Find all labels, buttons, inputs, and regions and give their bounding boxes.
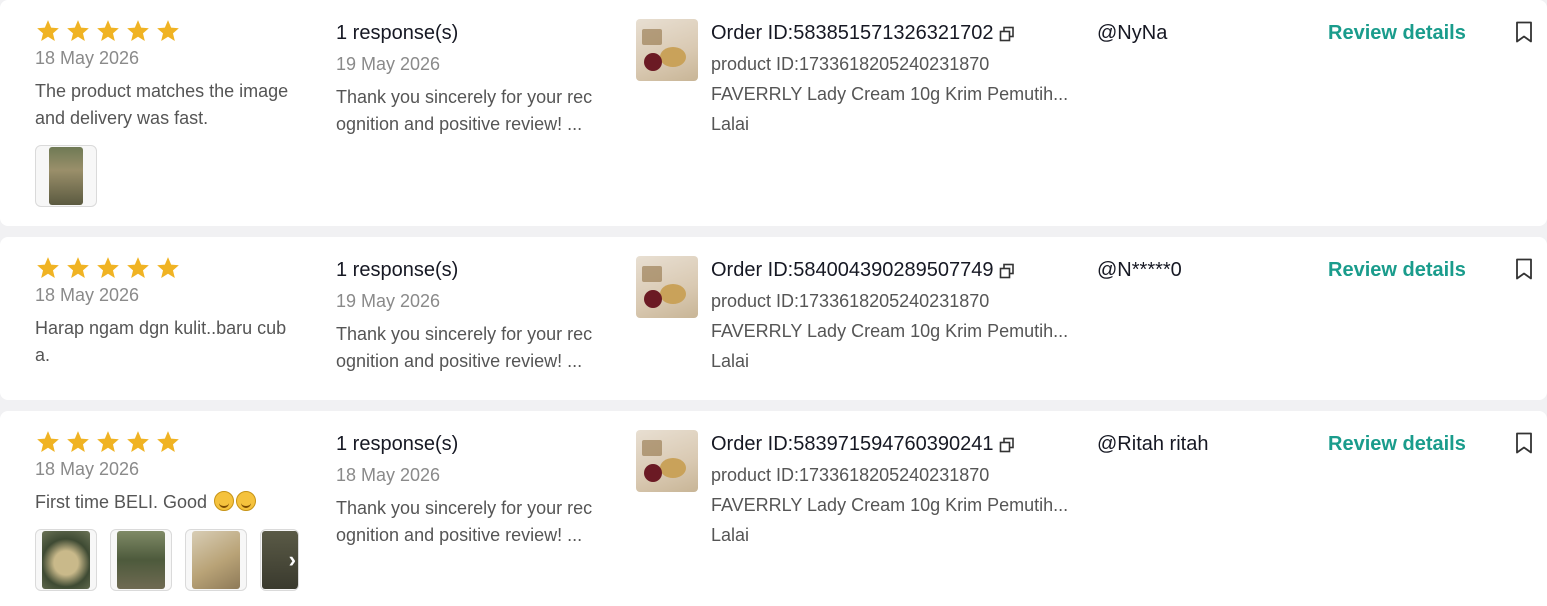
response-count[interactable]: 1 response(s) <box>336 22 458 45</box>
product-image <box>636 19 698 81</box>
bookmark-icon[interactable] <box>1515 432 1533 454</box>
response-count[interactable]: 1 response(s) <box>336 433 458 456</box>
review-card: 18 May 2026 First time BELI. Good › 1 re… <box>0 411 1547 606</box>
review-comment: Harap ngam dgn kulit..baru cub a. <box>35 318 287 365</box>
response-date: 19 May 2026 <box>336 291 441 311</box>
chevron-right-icon[interactable]: › <box>289 547 296 573</box>
star-icon <box>67 20 89 41</box>
order-id-text: Order ID:584004390289507749 <box>711 259 994 281</box>
review-details-link[interactable]: Review details <box>1328 433 1466 456</box>
product-variant: Lalai <box>711 114 750 134</box>
star-icon <box>97 20 119 41</box>
star-icon <box>157 20 179 41</box>
review-comment-text: First time BELI. Good <box>35 492 208 512</box>
response-date: 19 May 2026 <box>336 54 441 74</box>
star-icon <box>127 431 149 452</box>
buyer-name: @Ritah ritah <box>1097 433 1209 455</box>
response-count[interactable]: 1 response(s) <box>336 259 458 282</box>
product-variant: Lalai <box>711 351 750 371</box>
review-card: 18 May 2026 The product matches the imag… <box>0 0 1547 226</box>
product-variant: Lalai <box>711 525 750 545</box>
star-icon <box>127 20 149 41</box>
review-comment: The product matches the image and delive… <box>35 81 289 128</box>
review-photo[interactable] <box>35 529 97 591</box>
bookmark-icon[interactable] <box>1515 258 1533 280</box>
response-text: Thank you sincerely for your rec ognitio… <box>336 324 593 371</box>
star-icon <box>67 257 89 278</box>
review-date: 18 May 2026 <box>35 459 140 479</box>
order-id: Order ID:583851571326321702 <box>711 22 1015 45</box>
response-text: Thank you sincerely for your rec ognitio… <box>336 87 593 134</box>
response-date: 18 May 2026 <box>336 465 441 485</box>
star-rating <box>35 18 181 44</box>
star-icon <box>37 257 59 278</box>
buyer-name: @N*****0 <box>1097 259 1182 281</box>
product-name[interactable]: FAVERRLY Lady Cream 10g Krim Pemutih... <box>711 321 1068 342</box>
product-image <box>636 430 698 492</box>
order-id: Order ID:584004390289507749 <box>711 259 1015 282</box>
copy-icon[interactable] <box>999 437 1015 453</box>
buyer-name: @NyNa <box>1097 22 1168 44</box>
star-icon <box>37 431 59 452</box>
star-icon <box>157 257 179 278</box>
order-id-text: Order ID:583851571326321702 <box>711 22 994 44</box>
star-icon <box>157 431 179 452</box>
review-photo[interactable] <box>110 529 172 591</box>
review-card: 18 May 2026 Harap ngam dgn kulit..baru c… <box>0 237 1547 400</box>
product-image <box>636 256 698 318</box>
star-icon <box>97 431 119 452</box>
response-text: Thank you sincerely for your rec ognitio… <box>336 498 593 545</box>
order-id-text: Order ID:583971594760390241 <box>711 433 994 455</box>
product-id: product ID:1733618205240231870 <box>711 465 990 485</box>
product-name[interactable]: FAVERRLY Lady Cream 10g Krim Pemutih... <box>711 495 1068 516</box>
star-rating <box>35 429 181 455</box>
product-id: product ID:1733618205240231870 <box>711 291 990 311</box>
star-rating <box>35 255 181 281</box>
star-icon <box>67 431 89 452</box>
review-photo[interactable] <box>35 145 97 207</box>
star-icon <box>127 257 149 278</box>
copy-icon[interactable] <box>999 263 1015 279</box>
review-comment: First time BELI. Good <box>35 489 305 516</box>
product-id: product ID:1733618205240231870 <box>711 54 990 74</box>
order-id: Order ID:583971594760390241 <box>711 433 1015 456</box>
star-icon <box>37 20 59 41</box>
star-icon <box>97 257 119 278</box>
review-photo[interactable]: › <box>260 529 299 591</box>
bookmark-icon[interactable] <box>1515 21 1533 43</box>
review-details-link[interactable]: Review details <box>1328 259 1466 282</box>
smile-emoji-icon <box>214 491 235 511</box>
review-details-link[interactable]: Review details <box>1328 22 1466 45</box>
review-photo[interactable] <box>185 529 247 591</box>
smile-emoji-icon <box>236 491 257 511</box>
product-name[interactable]: FAVERRLY Lady Cream 10g Krim Pemutih... <box>711 84 1068 105</box>
review-date: 18 May 2026 <box>35 285 140 305</box>
review-date: 18 May 2026 <box>35 48 140 68</box>
copy-icon[interactable] <box>999 26 1015 42</box>
